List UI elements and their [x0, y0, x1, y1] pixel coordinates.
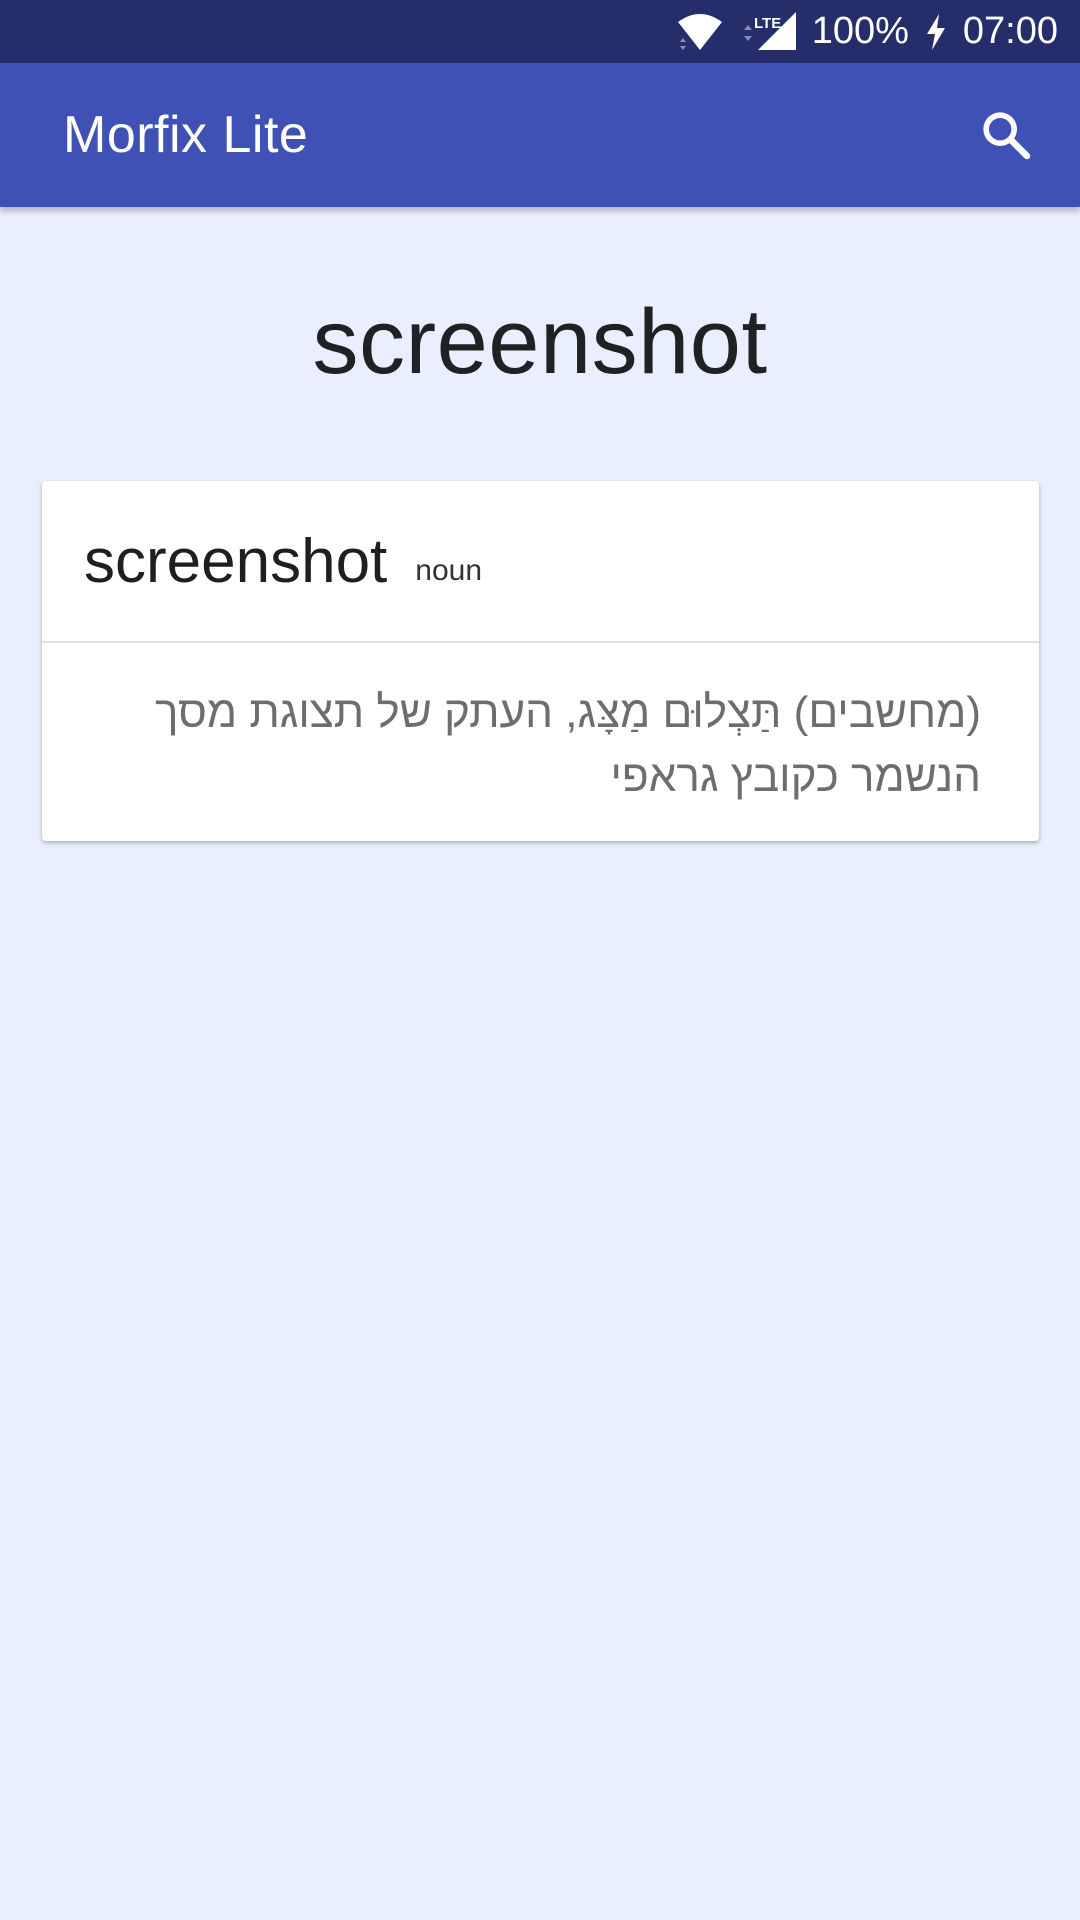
clock: 07:00 — [962, 10, 1058, 52]
search-button[interactable] — [970, 99, 1042, 171]
part-of-speech: noun — [415, 554, 483, 587]
status-bar: LTE 100% 07:00 — [0, 0, 1080, 63]
signal-icon: LTE — [738, 10, 798, 54]
wifi-icon — [676, 12, 724, 52]
entry-word: screenshot — [84, 526, 388, 596]
entry-card-header: screenshot noun — [42, 481, 1039, 643]
battery-text: 100% — [811, 10, 909, 52]
network-type-label: LTE — [754, 15, 781, 32]
search-term-heading: screenshot — [312, 291, 768, 393]
entry-translation: (מחשבים) תַּצְלוּם מַצָּג, העתק של תצוגת… — [154, 688, 981, 801]
charging-icon — [923, 12, 949, 52]
search-icon — [983, 112, 1031, 160]
entry-card[interactable]: screenshot noun (מחשבים) תַּצְלוּם מַצָּ… — [42, 481, 1039, 841]
app-title: Morfix Lite — [63, 106, 309, 164]
app-bar: Morfix Lite — [0, 63, 1080, 207]
